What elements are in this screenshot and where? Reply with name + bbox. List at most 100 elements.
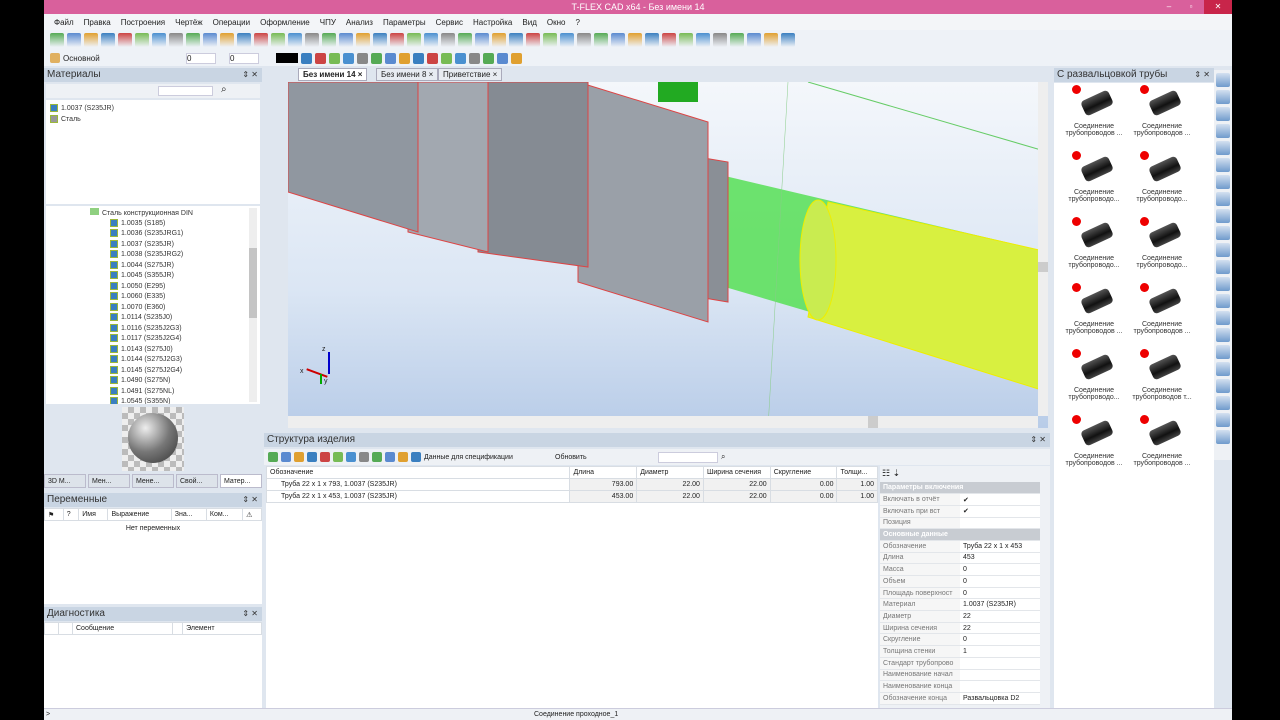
structure-tool-icon[interactable] xyxy=(268,452,278,462)
toolbar-button-icon[interactable] xyxy=(543,33,557,47)
structure-tool-icon[interactable] xyxy=(307,452,317,462)
table-row[interactable]: Труба 22 x 1 x 793, 1.0037 (S235JR) 793.0… xyxy=(265,478,878,491)
view-tool-icon[interactable] xyxy=(1216,260,1230,274)
structure-tool-icon[interactable] xyxy=(333,452,343,462)
property-row[interactable]: Наименование начал xyxy=(880,669,1040,682)
toolbar-button-icon[interactable] xyxy=(371,52,382,64)
view-tool-icon[interactable] xyxy=(1216,294,1230,308)
menu-item[interactable]: Чертёж xyxy=(175,18,203,27)
tree-item[interactable]: 1.0491 (S275NL) xyxy=(90,386,260,398)
property-row[interactable]: Толщина стенки 1 xyxy=(880,645,1040,658)
left-panel-tab[interactable]: Матер... xyxy=(220,474,262,488)
property-section[interactable]: Параметры включения xyxy=(880,482,1040,495)
tree-item[interactable]: 1.0036 (S235JRG1) xyxy=(90,229,260,240)
library-item[interactable]: Соединение трубопроводо... xyxy=(1122,217,1202,283)
flag-col[interactable]: ⚑ xyxy=(44,508,64,521)
view-tool-icon[interactable] xyxy=(1216,362,1230,376)
structure-tool-icon[interactable] xyxy=(294,452,304,462)
toolbar-button-icon[interactable] xyxy=(526,33,540,47)
property-row[interactable]: Масса 0 xyxy=(880,563,1040,576)
structure-tool-icon[interactable] xyxy=(372,452,382,462)
toolbar-button-icon[interactable] xyxy=(483,52,494,64)
view-tool-icon[interactable] xyxy=(1216,175,1230,189)
property-row[interactable]: Ширина сечения 22 xyxy=(880,622,1040,635)
property-section[interactable]: Основные данные xyxy=(880,528,1040,541)
toolbar-button-icon[interactable] xyxy=(329,52,340,64)
toolbar-button-icon[interactable] xyxy=(424,33,438,47)
view-tool-icon[interactable] xyxy=(1216,158,1230,172)
toolbar-button-icon[interactable] xyxy=(288,33,302,47)
structure-tool-icon[interactable] xyxy=(411,452,421,462)
property-row[interactable]: Включать при вст ✔ xyxy=(880,505,1040,518)
view-tool-icon[interactable] xyxy=(1216,226,1230,240)
toolbar-button-icon[interactable] xyxy=(696,33,710,47)
tree-item[interactable]: 1.0045 (S355JR) xyxy=(90,271,260,282)
toolbar-button-icon[interactable] xyxy=(373,33,387,47)
color-picker[interactable] xyxy=(276,53,298,63)
tree-item[interactable]: 1.0117 (S235J2G4) xyxy=(90,334,260,345)
menu-item[interactable]: Окно xyxy=(547,18,566,27)
tree-item[interactable]: 1.0035 (S185) xyxy=(90,218,260,230)
toolbar-button-icon[interactable] xyxy=(509,33,523,47)
menu-item[interactable]: Вид xyxy=(522,18,536,27)
view-tool-icon[interactable] xyxy=(1216,107,1230,121)
close-button[interactable]: ✕ xyxy=(1204,0,1232,14)
view-tool-icon[interactable] xyxy=(1216,345,1230,359)
col-message[interactable]: Сообщение xyxy=(71,622,174,635)
toolbar-button-icon[interactable] xyxy=(594,33,608,47)
materials-search[interactable] xyxy=(158,86,213,96)
toolbar-button-icon[interactable] xyxy=(455,52,466,64)
viewport-hscrollbar[interactable] xyxy=(288,416,1038,428)
toolbar-button-icon[interactable] xyxy=(469,52,480,64)
left-panel-tab[interactable]: Мене... xyxy=(132,474,174,488)
toolbar-button-icon[interactable] xyxy=(186,33,200,47)
property-row[interactable]: Материал 1.0037 (S235JR) xyxy=(880,598,1040,612)
structure-column[interactable]: Диаметр xyxy=(636,466,704,479)
tree-item[interactable]: 1.0037 (S235JR) xyxy=(90,239,260,251)
tree-folder[interactable]: Сталь конструкционная DIN xyxy=(90,208,260,219)
level-field-1[interactable]: 0 xyxy=(186,52,216,64)
view-tool-icon[interactable] xyxy=(1216,396,1230,410)
level-field-2[interactable]: 0 xyxy=(229,52,259,64)
toolbar-button-icon[interactable] xyxy=(645,33,659,47)
toolbar-button-icon[interactable] xyxy=(390,33,404,47)
toolbar-button-icon[interactable] xyxy=(611,33,625,47)
tree-item[interactable]: 1.0144 (S275J2G3) xyxy=(90,355,260,366)
pin-close-icon[interactable]: ⇕ ✕ xyxy=(242,68,258,82)
library-item[interactable]: Соединение трубопроводов ... xyxy=(1122,415,1202,481)
toolbar-button-icon[interactable] xyxy=(399,52,410,64)
library-item[interactable]: Соединение трубопроводо... xyxy=(1122,151,1202,217)
property-row[interactable]: Включать в отчёт ✔ xyxy=(880,493,1040,506)
tree-item[interactable]: Сталь xyxy=(50,114,256,126)
3d-viewport[interactable]: z x y xyxy=(288,82,1048,428)
menu-item[interactable]: Файл xyxy=(54,18,74,27)
left-panel-tab[interactable]: Мен... xyxy=(88,474,130,488)
toolbar-button-icon[interactable] xyxy=(407,33,421,47)
tree-item[interactable]: 1.0044 (S275JR) xyxy=(90,260,260,272)
toolbar-button-icon[interactable] xyxy=(497,52,508,64)
tree-item[interactable]: 1.0114 (S235J0) xyxy=(90,313,260,324)
spec-data-dropdown[interactable]: Данные для спецификации xyxy=(424,454,542,461)
tree-item[interactable]: 1.0070 (E360) xyxy=(90,302,260,314)
structure-column[interactable]: Толщи... xyxy=(836,466,878,479)
viewport-vscrollbar[interactable] xyxy=(1038,82,1048,416)
layer-select[interactable]: Основной xyxy=(63,54,183,63)
toolbar-button-icon[interactable] xyxy=(560,33,574,47)
toolbar-button-icon[interactable] xyxy=(315,52,326,64)
tree-item[interactable]: 1.0037 (S235JR) xyxy=(50,104,256,115)
tree-item[interactable]: 1.0145 (S275J2G4) xyxy=(90,365,260,377)
view-tool-icon[interactable] xyxy=(1216,141,1230,155)
toolbar-button-icon[interactable] xyxy=(679,33,693,47)
toolbar-button-icon[interactable] xyxy=(713,33,727,47)
menu-item[interactable]: Сервис xyxy=(436,18,463,27)
property-row[interactable]: Диаметр 22 xyxy=(880,610,1040,623)
close-tab-icon[interactable]: × xyxy=(426,70,434,79)
toolbar-button-icon[interactable] xyxy=(84,33,98,47)
menu-item[interactable]: ЧПУ xyxy=(320,18,336,27)
variables-column[interactable]: Выражение xyxy=(107,508,172,521)
document-tab[interactable]: Без имени 8 × xyxy=(376,68,439,81)
property-row[interactable]: Скругление 0 xyxy=(880,633,1040,647)
tree-item[interactable]: 1.0116 (S235J2G3) xyxy=(90,323,260,335)
menu-item[interactable]: Настройка xyxy=(473,18,512,27)
toolbar-button-icon[interactable] xyxy=(357,52,368,64)
